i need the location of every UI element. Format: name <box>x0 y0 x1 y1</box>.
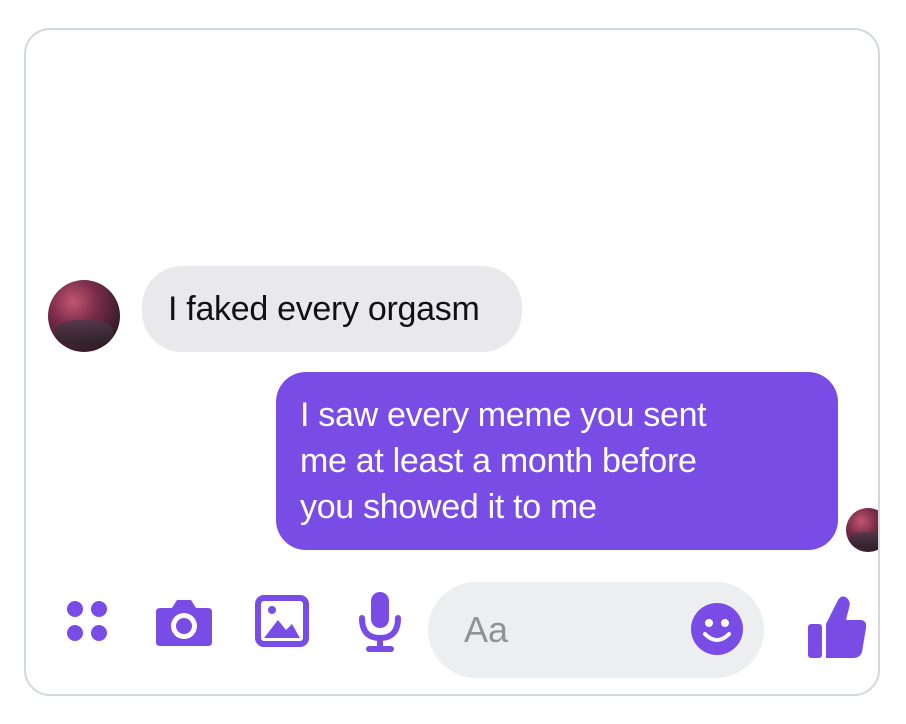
outgoing-message-line: I saw every meme you sent <box>300 396 707 434</box>
outgoing-message-line: me at least a month before <box>300 442 697 480</box>
image-icon[interactable] <box>254 594 310 648</box>
outgoing-message-line: you showed it to me <box>300 488 597 526</box>
seen-receipt-avatar <box>846 508 878 552</box>
incoming-message-bubble[interactable]: I faked every orgasm <box>142 266 522 352</box>
messenger-chat-card: I faked every orgasm I saw every meme yo… <box>24 28 880 696</box>
contact-avatar[interactable] <box>48 280 120 352</box>
thumbs-up-icon[interactable] <box>806 594 868 662</box>
emoji-icon[interactable] <box>690 602 744 656</box>
apps-grid-icon[interactable] <box>64 598 110 644</box>
microphone-icon[interactable] <box>356 588 404 656</box>
message-input-placeholder: Aa <box>464 609 509 650</box>
camera-icon[interactable] <box>154 596 214 648</box>
message-input[interactable]: Aa <box>428 582 764 678</box>
outgoing-message-bubble[interactable]: I saw every meme you sent me at least a … <box>276 372 838 550</box>
